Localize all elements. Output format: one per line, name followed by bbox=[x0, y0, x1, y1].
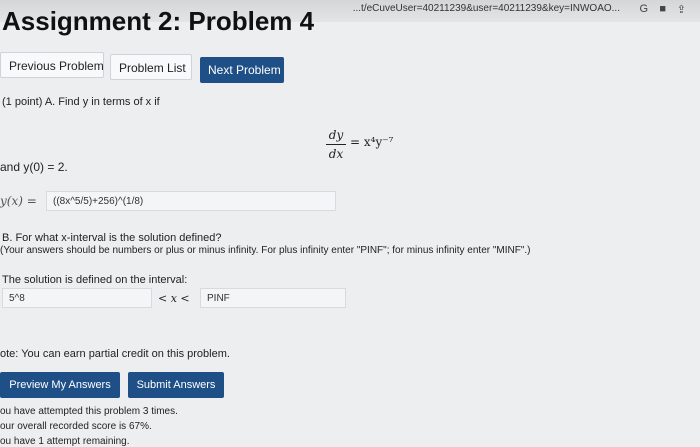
interval-upper-input[interactable]: PINF bbox=[200, 288, 346, 308]
instructions-text: (Your answers should be numbers or plus … bbox=[0, 245, 531, 256]
remaining-text: ou have 1 attempt remaining. bbox=[0, 436, 130, 447]
score-text: our overall recorded score is 67%. bbox=[0, 421, 152, 432]
derivative-fraction: dy dx bbox=[326, 128, 346, 161]
share-icon[interactable]: ⇪ bbox=[677, 3, 686, 16]
interval-middle: < x < bbox=[158, 292, 190, 305]
equation-rhs: = x⁴y⁻⁷ bbox=[350, 135, 394, 149]
next-problem-button[interactable]: Next Problem bbox=[200, 57, 284, 83]
note-text: ote: You can earn partial credit on this… bbox=[0, 348, 230, 360]
problem-prompt: (1 point) A. Find y in terms of x if bbox=[2, 96, 160, 108]
fraction-numerator: dy bbox=[328, 128, 344, 142]
initial-condition: and y(0) = 2. bbox=[0, 160, 68, 174]
attempts-text: ou have attempted this problem 3 times. bbox=[0, 406, 178, 417]
answer-input-y[interactable]: ((8x^5/5)+256)^(1/8) bbox=[46, 191, 336, 211]
part-b-text: B. For what x-interval is the solution d… bbox=[2, 232, 222, 244]
url-text[interactable]: ...t/eCuveUser=40211239&user=40211239&ke… bbox=[353, 3, 620, 14]
google-icon[interactable]: G bbox=[639, 3, 648, 15]
extension-icon[interactable]: ■ bbox=[659, 3, 666, 15]
page-title: Assignment 2: Problem 4 bbox=[2, 6, 315, 36]
points-label: (1 point) bbox=[2, 96, 43, 108]
interval-lower-input[interactable]: 5^8 bbox=[2, 288, 152, 308]
partial-credit-note: ote: You can earn partial credit on this… bbox=[0, 348, 230, 360]
answer-label: y(x) = bbox=[0, 194, 37, 208]
interval-label: The solution is defined on the interval: bbox=[2, 274, 188, 286]
problem-list-button[interactable]: Problem List bbox=[110, 54, 192, 80]
submit-answers-button[interactable]: Submit Answers bbox=[128, 372, 224, 398]
fraction-denominator: dx bbox=[328, 147, 344, 161]
previous-problem-button[interactable]: Previous Problem bbox=[0, 52, 104, 78]
preview-answers-button[interactable]: Preview My Answers bbox=[0, 372, 120, 398]
part-a-text: A. Find y in terms of x if bbox=[44, 96, 160, 108]
